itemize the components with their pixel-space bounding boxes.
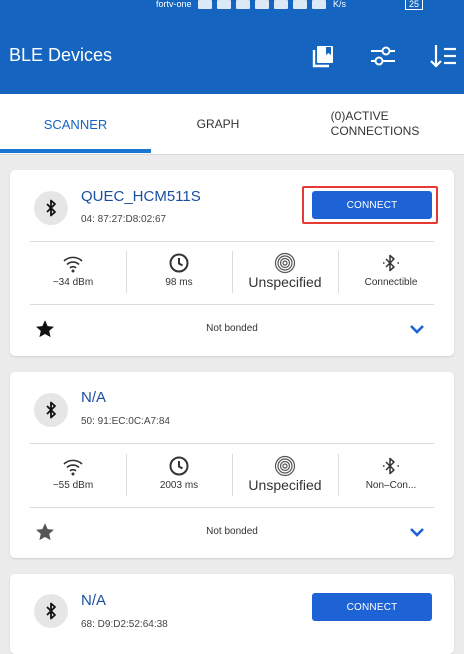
beacon-type: Unspecified [248,274,322,290]
device-card[interactable]: QUEC_HCM511S 04: 87:27:D8:02:67 CONNECT … [10,170,454,356]
beacon-type: Unspecified [248,477,322,493]
connectable-status: Connectible [364,277,418,288]
device-stats: −34 dBm 98 ms Unspecified Connectible [20,251,444,297]
connect-button[interactable]: CONNECT [312,593,432,621]
connectable-stat: Non–Con... [338,454,444,500]
beacon-stat: Unspecified [232,251,338,297]
rssi-value: −34 dBm [52,277,94,288]
fingerprint-icon [274,252,296,274]
beacon-stat: Unspecified [232,454,338,500]
device-mac-address: 50: 91:EC:0C:A7:84 [81,416,170,427]
fingerprint-icon [274,455,296,477]
carrier-name: fortv-one [156,0,192,9]
app-title: BLE Devices [9,45,113,65]
divider [30,443,434,444]
rssi-stat: −55 dBm [20,454,126,500]
connectable-stat: Connectible [338,251,444,297]
bluetooth-icon [34,594,68,628]
clock-icon [168,455,190,477]
tab-scanner-label: SCANNER [43,116,108,132]
device-name: N/A [81,592,107,609]
interval-value: 98 ms [165,277,193,288]
notification-icon [198,0,212,9]
wifi-signal-icon [62,252,84,274]
network-speed: K/s [333,0,347,9]
bluetooth-icon [34,393,68,427]
tab-graph[interactable]: GRAPH [151,94,285,154]
connectable-status: Non–Con... [365,480,417,491]
active-tab-indicator [0,149,151,153]
interval-stat: 2003 ms [126,454,232,500]
bluetooth-connectable-icon [380,252,402,274]
tab-graph-label: GRAPH [196,117,240,131]
notification-icon [293,0,307,9]
notification-icon [217,0,231,9]
device-card[interactable]: N/A 68: D9:D2:52:64:38 CONNECT [10,574,454,654]
device-name: N/A [81,389,107,406]
divider [30,241,434,242]
device-name: QUEC_HCM511S [81,188,201,205]
rssi-value: −55 dBm [52,480,94,491]
device-mac-address: 68: D9:D2:52:64:38 [81,619,168,630]
notification-icon [255,0,269,9]
notification-icons [198,0,326,9]
wifi-signal-icon [62,455,84,477]
bond-row: Not bonded [10,517,454,547]
bluetooth-connectable-icon [380,455,402,477]
device-stats: −55 dBm 2003 ms Unspecified Non–Con... [20,454,444,500]
interval-stat: 98 ms [126,251,232,297]
app-bar: BLE Devices [0,10,464,94]
connect-button[interactable]: CONNECT [312,191,432,219]
notification-icon [274,0,288,9]
clock-icon [168,252,190,274]
filter-sliders-icon[interactable] [369,42,397,70]
notification-icon [312,0,326,9]
sort-icon[interactable] [429,42,457,70]
divider [30,507,434,508]
notification-icon [236,0,250,9]
tab-active-connections[interactable]: (0)ACTIVE CONNECTIONS [300,94,450,154]
bluetooth-icon [34,191,68,225]
rssi-stat: −34 dBm [20,251,126,297]
bond-row: Not bonded [10,314,454,344]
interval-value: 2003 ms [159,480,199,491]
device-mac-address: 04: 87:27:D8:02:67 [81,214,167,225]
bond-status: Not bonded [206,323,258,334]
chevron-down-icon[interactable] [408,525,426,539]
tab-bar: SCANNER GRAPH (0)ACTIVE CONNECTIONS [0,94,464,155]
device-card[interactable]: N/A 50: 91:EC:0C:A7:84 −55 dBm 2003 ms U… [10,372,454,558]
chevron-down-icon[interactable] [408,322,426,336]
status-bar: fortv-one K/s 25 [0,0,464,10]
bond-status: Not bonded [206,526,258,537]
tab-active-connections-label: (0)ACTIVE CONNECTIONS [330,109,420,138]
battery-level: 25 [405,0,424,10]
copy-icon[interactable] [309,42,337,70]
divider [30,304,434,305]
tab-scanner[interactable]: SCANNER [0,94,151,154]
